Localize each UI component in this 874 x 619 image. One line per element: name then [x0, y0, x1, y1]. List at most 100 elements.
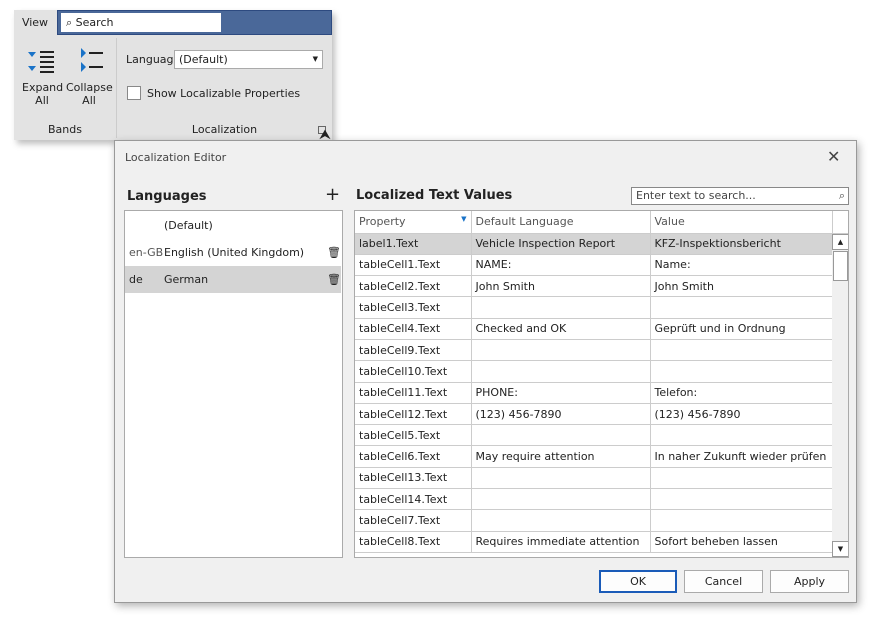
column-header-property[interactable]: Property ▼: [355, 211, 472, 234]
cancel-button[interactable]: Cancel: [684, 570, 763, 593]
languages-list: (Default) en-GB English (United Kingdom) 🗑…: [124, 210, 343, 558]
collapse-all-icon: [81, 48, 103, 72]
expand-all-label: Expand All: [22, 81, 64, 107]
table-row[interactable]: tableCell2.Text John Smith John Smith: [355, 275, 833, 298]
column-header-default[interactable]: Default Language: [471, 211, 651, 234]
close-icon[interactable]: ✕: [827, 147, 840, 166]
language-item-en-gb[interactable]: en-GB English (United Kingdom) 🗑: [125, 239, 341, 266]
trash-icon[interactable]: 🗑: [327, 266, 341, 293]
value-cell[interactable]: [650, 360, 833, 383]
filter-icon[interactable]: ▼: [461, 215, 466, 223]
table-row[interactable]: tableCell14.Text: [355, 488, 833, 511]
value-cell[interactable]: In naher Zukunft wieder prüfen: [650, 445, 833, 468]
localization-editor-dialog: Localization Editor ✕ Languages + (Defau…: [114, 140, 857, 603]
column-header-value[interactable]: Value: [650, 211, 833, 234]
default-language-cell[interactable]: [471, 509, 651, 532]
value-cell[interactable]: [650, 339, 833, 362]
property-cell[interactable]: tableCell5.Text: [355, 424, 472, 447]
default-language-cell[interactable]: Vehicle Inspection Report: [471, 233, 651, 255]
ok-button[interactable]: OK: [599, 570, 677, 593]
mouse-cursor-icon: ⮝: [319, 127, 331, 143]
value-cell[interactable]: Geprüft und in Ordnung: [650, 318, 833, 340]
ribbon: View ⌕ Search Expand All Collapse All Ba…: [14, 10, 332, 140]
table-row[interactable]: tableCell6.Text May require attention In n…: [355, 445, 833, 468]
default-language-cell[interactable]: [471, 467, 651, 490]
add-language-icon[interactable]: +: [325, 184, 340, 205]
ribbon-search-input[interactable]: ⌕ Search: [61, 13, 221, 32]
table-row[interactable]: tableCell7.Text: [355, 509, 833, 532]
default-language-cell[interactable]: [471, 360, 651, 383]
default-language-cell[interactable]: [471, 296, 651, 319]
values-title: Localized Text Values: [356, 188, 513, 203]
default-language-cell[interactable]: May require attention: [471, 445, 651, 468]
table-row[interactable]: tableCell10.Text: [355, 360, 833, 383]
table-row[interactable]: tableCell9.Text: [355, 339, 833, 362]
property-cell[interactable]: tableCell12.Text: [355, 403, 472, 426]
languages-title: Languages: [127, 189, 207, 204]
value-cell[interactable]: [650, 424, 833, 447]
value-cell[interactable]: Sofort beheben lassen: [650, 531, 833, 553]
table-row[interactable]: tableCell4.Text Checked and OK Geprüft und…: [355, 318, 833, 340]
expand-all-button[interactable]: Expand All: [22, 48, 64, 107]
value-cell[interactable]: Name:: [650, 254, 833, 277]
property-cell[interactable]: tableCell3.Text: [355, 296, 472, 319]
property-cell[interactable]: tableCell10.Text: [355, 360, 472, 383]
language-item-default[interactable]: (Default): [125, 212, 341, 239]
property-cell[interactable]: tableCell8.Text: [355, 531, 472, 553]
show-localizable-checkbox[interactable]: [127, 86, 141, 100]
value-cell[interactable]: John Smith: [650, 275, 833, 298]
collapse-all-button[interactable]: Collapse All: [66, 48, 113, 107]
table-row[interactable]: tableCell5.Text: [355, 424, 833, 447]
scrollbar-thumb[interactable]: [833, 251, 848, 281]
table-row[interactable]: tableCell1.Text NAME: Name:: [355, 254, 833, 277]
value-cell[interactable]: Telefon:: [650, 382, 833, 404]
value-cell[interactable]: (123) 456-7890: [650, 403, 833, 426]
property-cell[interactable]: tableCell11.Text: [355, 382, 472, 404]
language-dropdown[interactable]: (Default) ▼: [174, 50, 323, 69]
value-cell[interactable]: [650, 509, 833, 532]
tab-view[interactable]: View: [14, 10, 56, 35]
property-cell[interactable]: tableCell14.Text: [355, 488, 472, 511]
value-cell[interactable]: KFZ-Inspektionsbericht: [650, 233, 833, 255]
default-language-cell[interactable]: Checked and OK: [471, 318, 651, 340]
value-cell[interactable]: [650, 467, 833, 490]
default-language-cell[interactable]: [471, 488, 651, 511]
default-language-cell[interactable]: [471, 424, 651, 447]
table-row[interactable]: tableCell13.Text: [355, 467, 833, 490]
property-cell[interactable]: tableCell4.Text: [355, 318, 472, 340]
default-language-cell[interactable]: John Smith: [471, 275, 651, 298]
language-label: Language: [126, 53, 181, 66]
trash-icon[interactable]: 🗑: [327, 239, 341, 266]
language-item-de[interactable]: de German 🗑: [125, 266, 341, 293]
language-name: (Default): [164, 219, 213, 232]
property-cell[interactable]: tableCell9.Text: [355, 339, 472, 362]
table-row[interactable]: tableCell12.Text (123) 456-7890 (123) 456-…: [355, 403, 833, 426]
property-cell[interactable]: tableCell6.Text: [355, 445, 472, 468]
apply-button[interactable]: Apply: [770, 570, 849, 593]
table-row[interactable]: tableCell11.Text PHONE: Telefon:: [355, 382, 833, 404]
property-cell[interactable]: tableCell2.Text: [355, 275, 472, 298]
property-cell[interactable]: label1.Text: [355, 233, 472, 255]
bands-group-label: Bands: [48, 123, 82, 136]
table-row[interactable]: tableCell8.Text Requires immediate attent…: [355, 531, 833, 553]
default-language-cell[interactable]: (123) 456-7890: [471, 403, 651, 426]
default-language-cell[interactable]: PHONE:: [471, 382, 651, 404]
default-language-cell[interactable]: [471, 339, 651, 362]
property-cell[interactable]: tableCell7.Text: [355, 509, 472, 532]
scroll-down-icon[interactable]: ▼: [832, 541, 848, 557]
search-icon: ⌕: [838, 189, 845, 202]
localization-group-label: Localization: [191, 123, 258, 136]
value-cell[interactable]: [650, 296, 833, 319]
property-cell[interactable]: tableCell13.Text: [355, 467, 472, 490]
value-cell[interactable]: [650, 488, 833, 511]
property-cell[interactable]: tableCell1.Text: [355, 254, 472, 277]
language-name: German: [164, 273, 209, 286]
table-row[interactable]: label1.Text Vehicle Inspection Report KFZ-…: [355, 233, 833, 255]
vertical-scrollbar[interactable]: ▲ ▼: [832, 234, 848, 557]
table-row[interactable]: tableCell3.Text: [355, 296, 833, 319]
dialog-title: Localization Editor: [125, 151, 227, 164]
default-language-cell[interactable]: Requires immediate attention: [471, 531, 651, 553]
scroll-up-icon[interactable]: ▲: [832, 234, 848, 250]
values-search-input[interactable]: Enter text to search... ⌕: [631, 187, 849, 205]
default-language-cell[interactable]: NAME:: [471, 254, 651, 277]
